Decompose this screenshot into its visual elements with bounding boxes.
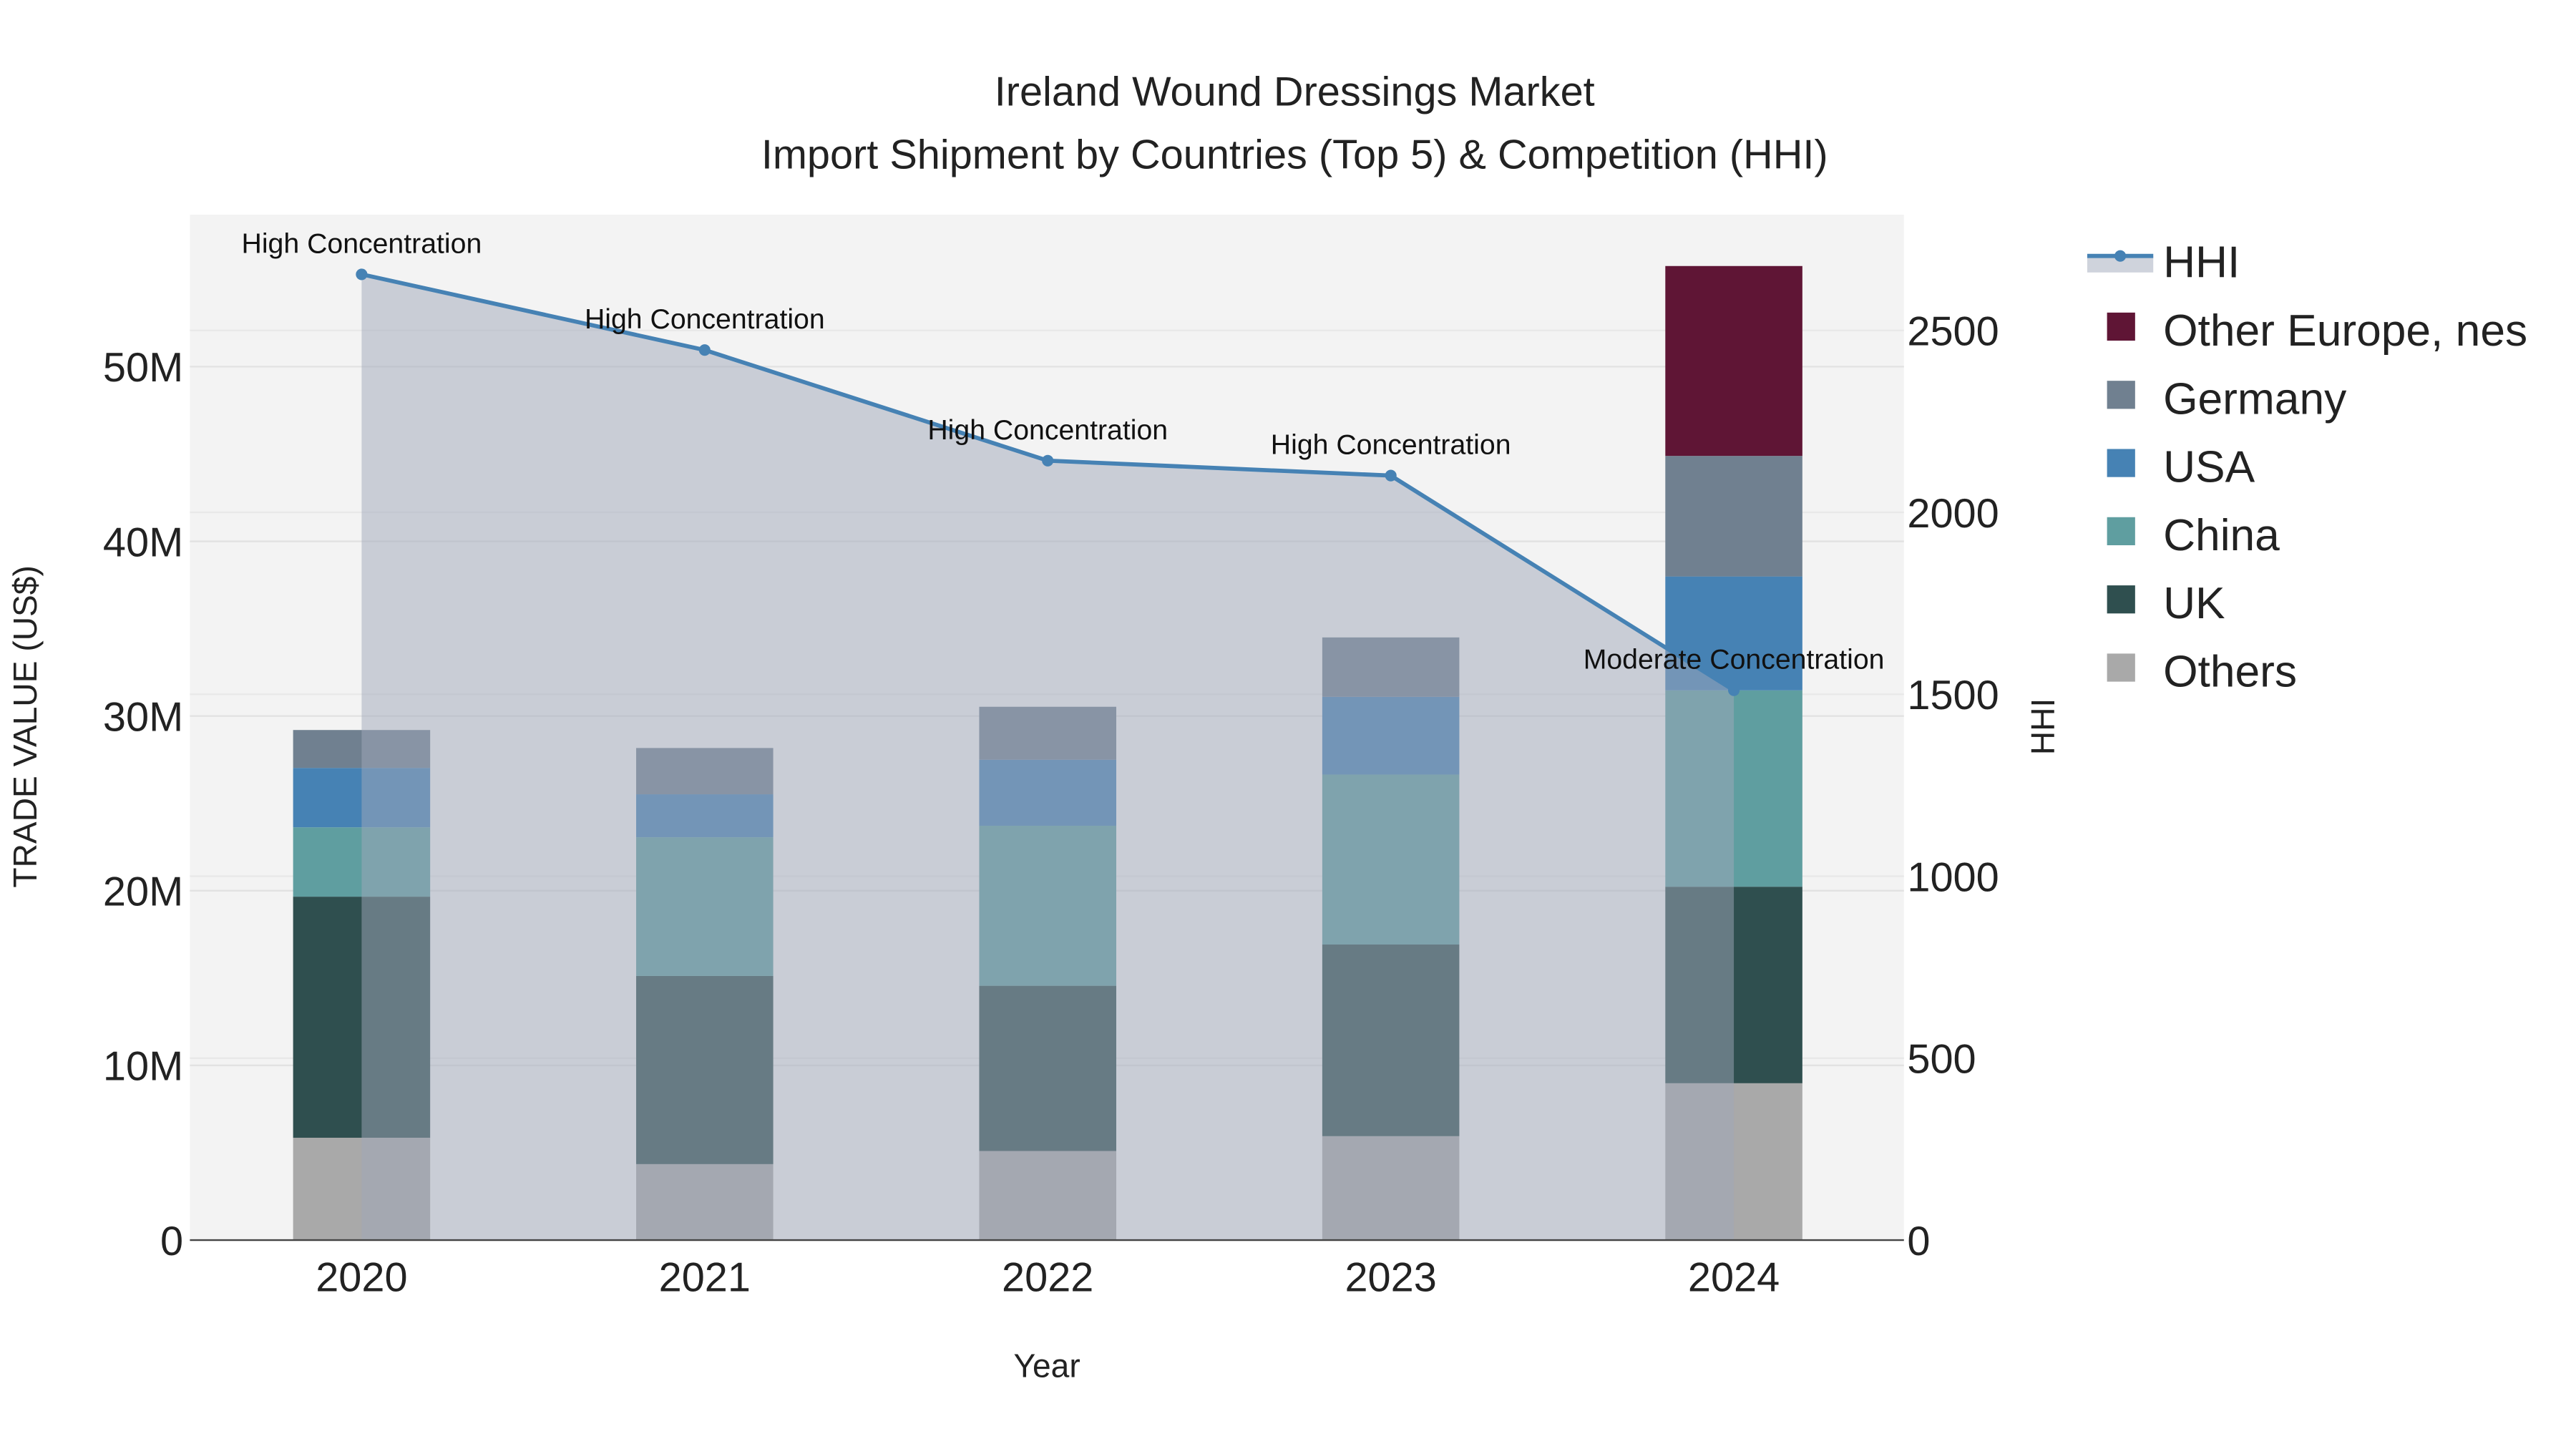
hhi-point-2024[interactable] xyxy=(1728,684,1740,696)
y-tick-label: 40M xyxy=(103,519,183,565)
hhi-annotation: High Concentration xyxy=(927,414,1168,446)
y-tick-label: 50M xyxy=(103,345,183,391)
legend-item-other-europe-nes[interactable]: Other Europe, nes xyxy=(2107,306,2528,356)
legend-label: Other Europe, nes xyxy=(2163,306,2527,356)
legend-label: Germany xyxy=(2163,374,2347,424)
chart-title-line2: Import Shipment by Countries (Top 5) & C… xyxy=(761,132,1828,177)
chart: High Concentration High Concentration High… xyxy=(6,69,2527,1385)
legend-swatch xyxy=(2107,381,2135,409)
legend-swatch xyxy=(2107,517,2135,545)
y-tick-label: 0 xyxy=(160,1219,183,1264)
y2-tick-label: 2000 xyxy=(1907,491,1999,537)
legend-item-hhi[interactable]: HHI xyxy=(2087,238,2240,288)
legend-label: Others xyxy=(2163,648,2297,697)
y-tick-label: 20M xyxy=(103,869,183,915)
hhi-point-2023[interactable] xyxy=(1385,469,1397,482)
legend-item-china[interactable]: China xyxy=(2107,511,2280,560)
legend-item-usa[interactable]: USA xyxy=(2107,443,2255,492)
hhi-annotation: High Concentration xyxy=(1271,429,1511,461)
hhi-point-2021[interactable] xyxy=(698,344,711,356)
y2-tick-label: 500 xyxy=(1907,1037,1976,1083)
y2-tick-label: 2500 xyxy=(1907,308,1999,354)
x-axis-title: Year xyxy=(1013,1347,1080,1385)
x-tick-label: 2022 xyxy=(1002,1255,1093,1301)
x-tick-label: 2020 xyxy=(316,1255,407,1301)
legend-swatch xyxy=(2107,653,2135,682)
y2-tick-label: 0 xyxy=(1907,1219,1930,1264)
legend: HHI Other Europe, nes Germany USA China UK Oth… xyxy=(2087,238,2527,697)
legend-item-others[interactable]: Others xyxy=(2107,648,2297,697)
x-tick-label: 2024 xyxy=(1688,1255,1780,1301)
hhi-annotation: High Concentration xyxy=(585,303,825,335)
legend-swatch-marker xyxy=(2114,250,2127,262)
legend-swatch xyxy=(2107,449,2135,477)
legend-item-uk[interactable]: UK xyxy=(2107,579,2225,628)
y2-axis-title: HHI xyxy=(2024,698,2062,755)
legend-swatch xyxy=(2107,585,2135,614)
chart-title-line1: Ireland Wound Dressings Market xyxy=(995,69,1595,115)
legend-label: China xyxy=(2163,511,2280,560)
y-axis-title: TRADE VALUE (US$) xyxy=(6,565,44,887)
x-tick-label: 2023 xyxy=(1345,1255,1436,1301)
y-tick-label: 10M xyxy=(103,1044,183,1090)
bar-other-europe-nes-2024[interactable] xyxy=(1665,265,1802,457)
bar-germany-2024[interactable] xyxy=(1665,456,1802,577)
x-tick-label: 2021 xyxy=(659,1255,751,1301)
legend-label: UK xyxy=(2163,579,2225,628)
hhi-annotation: High Concentration xyxy=(242,228,482,259)
y2-tick-label: 1500 xyxy=(1907,673,1999,718)
y2-tick-label: 1000 xyxy=(1907,854,1999,900)
hhi-annotation: Moderate Concentration xyxy=(1584,644,1885,675)
hhi-point-2020[interactable] xyxy=(356,268,368,280)
legend-item-germany[interactable]: Germany xyxy=(2107,374,2347,424)
y-tick-label: 30M xyxy=(103,694,183,740)
hhi-point-2022[interactable] xyxy=(1042,454,1054,467)
legend-label: HHI xyxy=(2163,238,2240,288)
legend-label: USA xyxy=(2163,443,2255,492)
legend-swatch xyxy=(2107,312,2135,341)
